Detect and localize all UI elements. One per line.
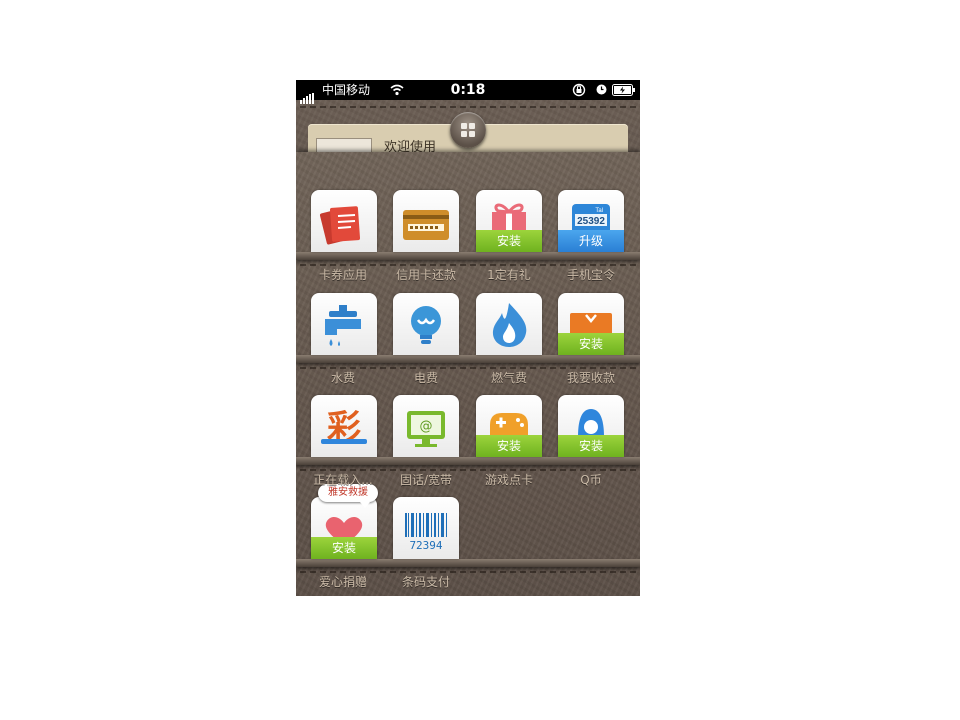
- install-badge: 安装: [558, 333, 624, 355]
- shelf: [296, 355, 640, 363]
- alarm-icon: [596, 84, 607, 95]
- rotation-lock-icon: [572, 83, 586, 97]
- app-label: 卡券应用: [318, 268, 367, 282]
- app-label: 1定有礼: [487, 268, 531, 282]
- status-bar: 中国移动 0:18: [296, 80, 640, 104]
- app-label: 条码支付: [401, 575, 450, 589]
- faucet-icon: [325, 305, 361, 346]
- app-label: 水费: [330, 371, 355, 385]
- app-label: 信用卡还款: [395, 268, 456, 282]
- app-label: 我要收款: [566, 371, 615, 385]
- app-label: 手机宝令: [566, 268, 615, 282]
- install-badge: 安装: [476, 230, 542, 252]
- cards-icon: [319, 206, 361, 245]
- app-tile-receive-money[interactable]: 安装: [558, 293, 624, 355]
- install-badge: 安装: [311, 537, 377, 559]
- app-tile-lottery[interactable]: 彩: [311, 395, 377, 457]
- broadband-icon: @: [407, 411, 445, 447]
- battery-icon: [612, 84, 635, 96]
- token-number: 25392: [577, 216, 605, 227]
- app-tile-q-coin[interactable]: 安装: [558, 395, 624, 457]
- app-tile-electricity-bill[interactable]: [393, 293, 459, 355]
- grid-icon-cell: [461, 131, 467, 137]
- token-small-text: Tal: [595, 208, 603, 214]
- upgrade-badge: 升级: [558, 230, 624, 252]
- install-badge: 安装: [558, 435, 624, 457]
- grid-icon-cell: [469, 131, 475, 137]
- grid-icon: [461, 123, 467, 129]
- svg-text:@: @: [420, 419, 433, 434]
- install-badge: 安装: [476, 435, 542, 457]
- stitch-line: [300, 106, 636, 108]
- flame-icon: [492, 303, 527, 347]
- credit-card-icon: [403, 210, 449, 240]
- app-label: Q币: [580, 473, 602, 487]
- app-tile-gas-bill[interactable]: [476, 293, 542, 355]
- app-label: 固话/宽带: [399, 473, 453, 487]
- shelf: [296, 559, 640, 567]
- status-time: 0:18: [450, 82, 486, 98]
- app-tile-gift[interactable]: 安装: [476, 190, 542, 252]
- barcode-number: 72394: [409, 539, 442, 552]
- app-tile-credit-card[interactable]: [393, 190, 459, 252]
- app-tile-card-coupons[interactable]: [311, 190, 377, 252]
- app-label: 正在载入...: [313, 473, 373, 487]
- app-tile-mobile-token[interactable]: Tal 25392 升级: [558, 190, 624, 252]
- app-tile-water-bill[interactable]: [311, 293, 377, 355]
- phone-screen: 中国移动 0:18 欢迎使用 安装 Tal 25392 升级 安装 彩 @ 安装…: [296, 80, 640, 596]
- app-tile-game-card[interactable]: 安装: [476, 395, 542, 457]
- shelf: [296, 252, 640, 260]
- menu-toggle-button[interactable]: [450, 112, 486, 148]
- barcode-icon: 72394: [405, 513, 447, 552]
- app-label: 燃气费: [490, 371, 527, 385]
- shelf: [296, 457, 640, 465]
- app-label: 游戏点卡: [484, 473, 533, 487]
- app-tile-barcode-pay[interactable]: 72394: [393, 497, 459, 559]
- app-label: 爱心捐赠: [318, 575, 367, 589]
- grid-icon-cell: [469, 123, 475, 129]
- bulb-icon: [411, 306, 441, 344]
- app-tile-broadband[interactable]: @: [393, 395, 459, 457]
- app-label: 电费: [413, 371, 438, 385]
- lottery-icon: 彩: [321, 408, 367, 448]
